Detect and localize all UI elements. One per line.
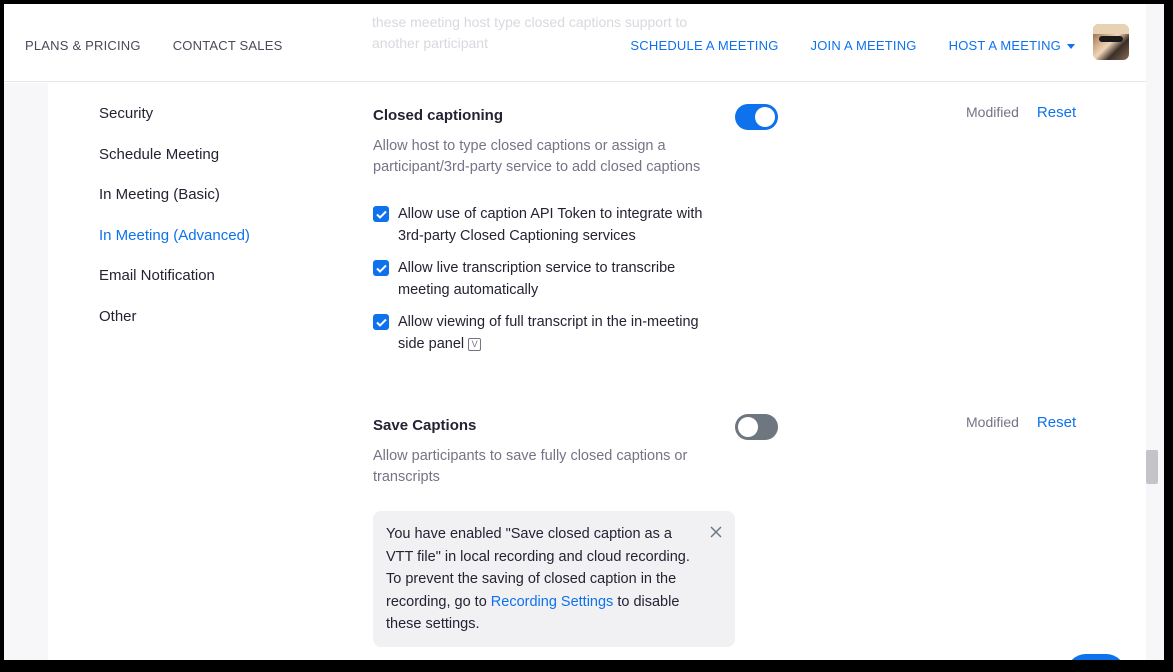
save-captions-meta: Modified Reset [966, 414, 1076, 431]
option-label: Allow viewing of full transcript in the … [398, 314, 699, 352]
nav-host-meeting[interactable]: HOST A MEETING [949, 38, 1075, 53]
version-badge-icon[interactable]: V [468, 337, 482, 351]
check-icon [375, 264, 387, 273]
help-chat-button[interactable] [1066, 654, 1126, 660]
save-captions-setting: Save Captions Allow participants to save… [373, 417, 723, 488]
nav-contact-sales[interactable]: CONTACT SALES [173, 38, 283, 53]
nav-right-group: SCHEDULE A MEETING JOIN A MEETING HOST A… [630, 38, 1075, 53]
option-caption-api-token: Allow use of caption API Token to integr… [373, 203, 723, 247]
nav-plans-pricing[interactable]: PLANS & PRICING [25, 38, 141, 53]
reset-link[interactable]: Reset [1037, 414, 1076, 431]
modified-label: Modified [966, 414, 1019, 430]
toggle-knob [755, 107, 775, 127]
toggle-knob [738, 417, 758, 437]
sidebar-item-other[interactable]: Other [99, 305, 250, 346]
nav-left-group: PLANS & PRICING CONTACT SALES [25, 38, 282, 53]
left-gutter [4, 83, 48, 660]
option-label-wrap: Allow viewing of full transcript in the … [398, 311, 723, 355]
nav-join-meeting[interactable]: JOIN A MEETING [811, 38, 917, 53]
recording-settings-link[interactable]: Recording Settings [491, 594, 614, 610]
closed-captioning-description: Allow host to type closed captions or as… [373, 138, 701, 175]
closed-captioning-toggle[interactable] [735, 104, 778, 130]
save-captions-notice: You have enabled "Save closed caption as… [373, 511, 735, 647]
avatar-glasses [1099, 36, 1123, 42]
top-nav-bar: these meeting host type closed captions … [4, 4, 1146, 82]
option-label: Allow use of caption API Token to integr… [398, 206, 703, 244]
check-icon [375, 210, 387, 219]
option-full-transcript: Allow viewing of full transcript in the … [373, 311, 723, 355]
save-captions-title: Save Captions [373, 417, 477, 434]
check-icon [375, 318, 387, 327]
reset-link[interactable]: Reset [1037, 104, 1076, 121]
checkbox-caption-api-token[interactable] [373, 206, 389, 222]
close-icon[interactable] [709, 525, 723, 539]
save-captions-description: Allow participants to save fully closed … [373, 448, 688, 485]
checkbox-live-transcription[interactable] [373, 260, 389, 276]
closed-captioning-meta: Modified Reset [966, 104, 1076, 121]
modified-label: Modified [966, 104, 1019, 120]
page-frame: these meeting host type closed captions … [4, 4, 1164, 660]
nav-host-meeting-label: HOST A MEETING [948, 38, 1061, 53]
closed-captioning-setting: Closed captioning Allow host to type clo… [373, 107, 723, 178]
sidebar-item-email-notification[interactable]: Email Notification [99, 264, 250, 305]
nav-schedule-meeting[interactable]: SCHEDULE A MEETING [630, 38, 778, 53]
option-live-transcription: Allow live transcription service to tran… [373, 257, 723, 301]
sidebar-item-schedule-meeting[interactable]: Schedule Meeting [99, 143, 250, 184]
sidebar-item-in-meeting-basic[interactable]: In Meeting (Basic) [99, 183, 250, 224]
checkbox-full-transcript[interactable] [373, 314, 389, 330]
closed-captioning-title: Closed captioning [373, 107, 504, 124]
chevron-down-icon [1067, 44, 1075, 50]
sidebar-item-in-meeting-advanced[interactable]: In Meeting (Advanced) [99, 224, 250, 265]
settings-sidebar: Security Schedule Meeting In Meeting (Ba… [99, 102, 250, 346]
save-captions-toggle[interactable] [735, 414, 778, 440]
scrollbar-track[interactable] [1146, 4, 1164, 660]
sidebar-item-security[interactable]: Security [99, 102, 250, 143]
scrollbar-thumb[interactable] [1146, 450, 1158, 484]
option-label: Allow live transcription service to tran… [398, 260, 676, 298]
avatar-hair [1093, 24, 1129, 34]
avatar[interactable] [1093, 24, 1129, 60]
